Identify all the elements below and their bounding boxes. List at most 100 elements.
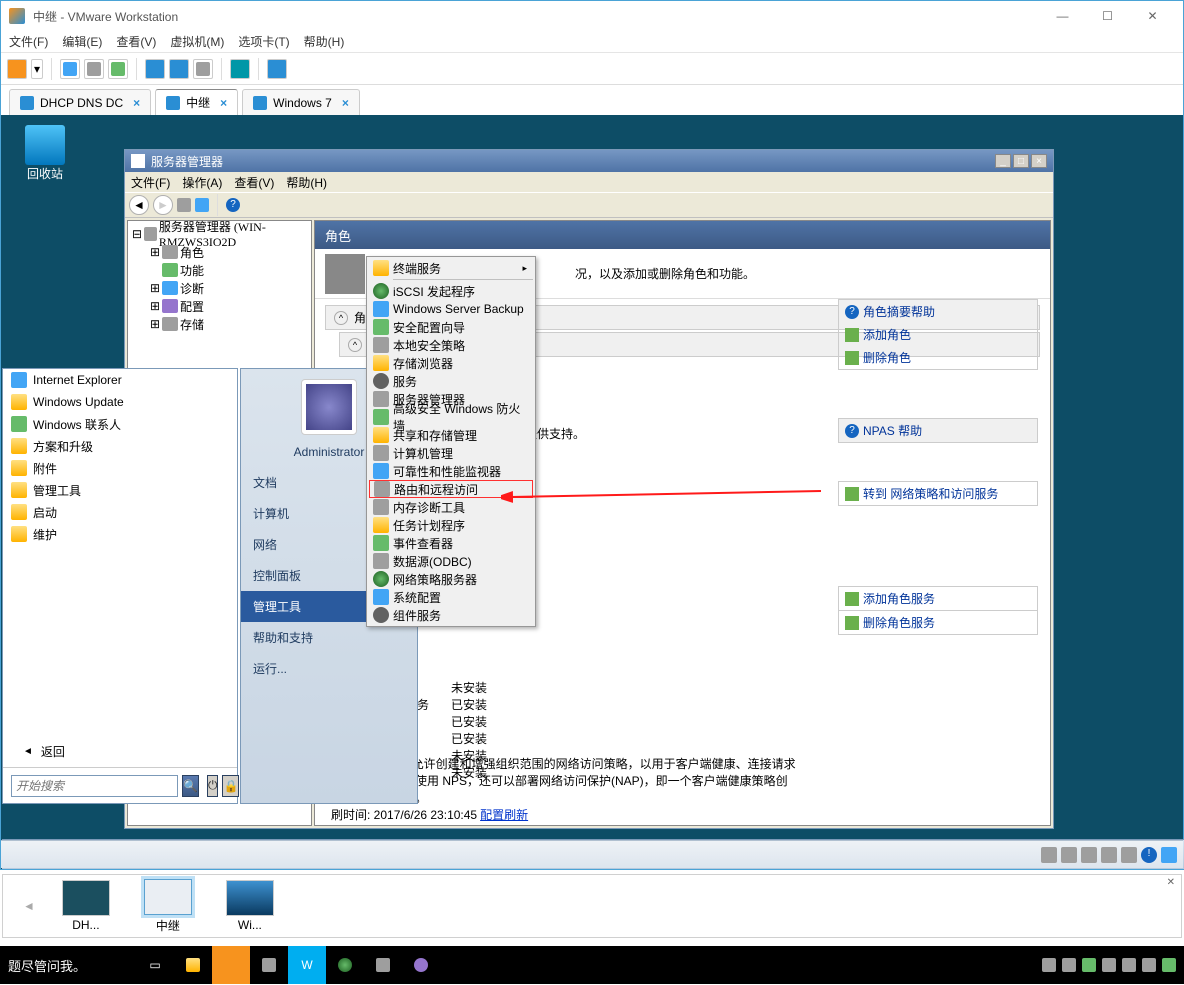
menu-tabs[interactable]: 选项卡(T) xyxy=(238,33,289,50)
admin-item[interactable]: 数据源(ODBC) xyxy=(369,552,533,570)
admin-item[interactable]: 服务 xyxy=(369,372,533,390)
admin-item[interactable]: Windows Server Backup xyxy=(369,300,533,318)
tree-root[interactable]: ⊟ 服务器管理器 (WIN-RMZWS3IO2D xyxy=(132,225,307,243)
toolbar-console-icon[interactable] xyxy=(169,59,189,79)
tray-icon[interactable] xyxy=(1162,958,1176,972)
srvmgr-close-button[interactable]: × xyxy=(1031,154,1047,168)
toolbar-dropdown-icon[interactable]: ▾ xyxy=(31,59,43,79)
toolbar-snapshot-icon[interactable] xyxy=(60,59,80,79)
tab-close-icon[interactable]: × xyxy=(133,96,140,110)
status-cd-icon[interactable] xyxy=(1061,847,1077,863)
admin-item[interactable]: 存储浏览器 xyxy=(369,354,533,372)
remove-role-service-link[interactable]: 删除角色服务 xyxy=(838,610,1038,635)
toolbar-disk-icon[interactable] xyxy=(84,59,104,79)
tray-icon[interactable] xyxy=(1122,958,1136,972)
admin-item[interactable]: 事件查看器 xyxy=(369,534,533,552)
recycle-bin[interactable]: 回收站 xyxy=(15,125,75,182)
start-search-input[interactable] xyxy=(11,775,178,797)
start-item-ie[interactable]: Internet Explorer xyxy=(3,369,237,391)
tray-icon[interactable] xyxy=(1102,958,1116,972)
srvmgr-menu-file[interactable]: 文件(F) xyxy=(131,174,170,191)
taskbar-app-icon[interactable]: W xyxy=(288,946,326,984)
menu-file[interactable]: 文件(F) xyxy=(9,33,48,50)
admin-item[interactable]: 终端服务 xyxy=(369,259,533,277)
admin-item[interactable]: 系统配置 xyxy=(369,588,533,606)
toolbar-power-icon[interactable] xyxy=(7,59,27,79)
add-role-link[interactable]: 添加角色 xyxy=(839,323,1037,346)
tray-icon[interactable] xyxy=(1142,958,1156,972)
menu-view[interactable]: 查看(V) xyxy=(116,33,156,50)
taskbar-app-icon[interactable] xyxy=(174,946,212,984)
vm-desktop[interactable]: 回收站 服务器管理器 _ □ × 文件(F) 操作(A) 查看(V) 帮助(H)… xyxy=(1,115,1183,869)
srvmgr-menu-action[interactable]: 操作(A) xyxy=(182,174,222,191)
start-item-startup[interactable]: 启动 xyxy=(3,501,237,523)
admin-item-rras[interactable]: 路由和远程访问 xyxy=(369,480,533,498)
start-item-maintenance[interactable]: 维护 xyxy=(3,523,237,545)
taskbar-app-icon[interactable] xyxy=(326,946,364,984)
admin-item[interactable]: 共享和存储管理 xyxy=(369,426,533,444)
tree-features[interactable]: 功能 xyxy=(150,261,307,279)
close-button[interactable]: ✕ xyxy=(1130,2,1175,30)
tab-windows7[interactable]: Windows 7 × xyxy=(242,89,360,115)
user-avatar[interactable] xyxy=(301,379,357,435)
admin-item[interactable]: 可靠性和性能监视器 xyxy=(369,462,533,480)
refresh-link[interactable]: 配置刷新 xyxy=(480,808,528,822)
admin-item[interactable]: 计算机管理 xyxy=(369,444,533,462)
admin-item[interactable]: 安全配置向导 xyxy=(369,318,533,336)
toolbar-revert-icon[interactable] xyxy=(108,59,128,79)
minimize-button[interactable]: — xyxy=(1040,2,1085,30)
toolbar-icon[interactable] xyxy=(177,198,191,212)
goto-npas-link[interactable]: 转到 网络策略和访问服务 xyxy=(838,481,1038,506)
admin-item[interactable]: 组件服务 xyxy=(369,606,533,624)
tab-dhcp-dns-dc[interactable]: DHCP DNS DC × xyxy=(9,89,151,115)
taskbar-app-icon[interactable] xyxy=(402,946,440,984)
tab-close-icon[interactable]: × xyxy=(342,96,349,110)
status-net-icon[interactable] xyxy=(1081,847,1097,863)
start-item-update[interactable]: Windows Update xyxy=(3,391,237,413)
status-usb-icon[interactable] xyxy=(1101,847,1117,863)
taskbar-app-icon[interactable] xyxy=(250,946,288,984)
srvmgr-titlebar[interactable]: 服务器管理器 _ □ × xyxy=(125,150,1053,172)
srvmgr-max-button[interactable]: □ xyxy=(1013,154,1029,168)
taskbar-vmware-icon[interactable] xyxy=(212,946,250,984)
power-button[interactable]: ⏻ xyxy=(207,775,219,797)
admin-item[interactable]: iSCSI 发起程序 xyxy=(369,282,533,300)
taskbar-app-icon[interactable] xyxy=(364,946,402,984)
menu-help[interactable]: 帮助(H) xyxy=(304,33,345,50)
start-item-admin-tools[interactable]: 管理工具 xyxy=(3,479,237,501)
tree-diag[interactable]: ⊞诊断 xyxy=(150,279,307,297)
tray-icon[interactable] xyxy=(1062,958,1076,972)
lock-button[interactable]: 🔒 xyxy=(222,775,239,797)
tab-relay[interactable]: 中继 × xyxy=(155,89,238,115)
thumb-close-button[interactable]: ✕ xyxy=(1167,877,1175,888)
task-view-icon[interactable]: ▭ xyxy=(136,946,174,984)
tree-config[interactable]: ⊞配置 xyxy=(150,297,307,315)
cortana-text[interactable]: 题尽管问我。 xyxy=(8,956,86,975)
nav-back-button[interactable]: ◄ xyxy=(129,195,149,215)
nav-forward-button[interactable]: ► xyxy=(153,195,173,215)
maximize-button[interactable]: ☐ xyxy=(1085,2,1130,30)
admin-item[interactable]: 本地安全策略 xyxy=(369,336,533,354)
status-msg-icon[interactable]: ! xyxy=(1141,847,1157,863)
admin-item[interactable]: 任务计划程序 xyxy=(369,516,533,534)
tray-icon[interactable] xyxy=(1042,958,1056,972)
remove-role-link[interactable]: 删除角色 xyxy=(839,346,1037,369)
status-hdd-icon[interactable] xyxy=(1041,847,1057,863)
start-item-plan[interactable]: 方案和升级 xyxy=(3,435,237,457)
start-item-contacts[interactable]: Windows 联系人 xyxy=(3,413,237,435)
srvmgr-menu-help[interactable]: 帮助(H) xyxy=(286,174,327,191)
tab-close-icon[interactable]: × xyxy=(220,96,227,110)
search-button[interactable]: 🔍 xyxy=(182,775,199,797)
admin-item[interactable]: 高级安全 Windows 防火墙 xyxy=(369,408,533,426)
thumb-item[interactable]: 中继 xyxy=(137,879,199,934)
status-fullscreen-icon[interactable] xyxy=(1161,847,1177,863)
start-item-accessories[interactable]: 附件 xyxy=(3,457,237,479)
tray-icon[interactable] xyxy=(1082,958,1096,972)
thumb-item[interactable]: Wi... xyxy=(219,880,281,932)
toolbar-unity-icon[interactable] xyxy=(193,59,213,79)
toolbar-fullscreen-icon[interactable] xyxy=(230,59,250,79)
toolbar-help-icon[interactable]: ? xyxy=(226,198,240,212)
admin-item[interactable]: 内存诊断工具 xyxy=(369,498,533,516)
menu-edit[interactable]: 编辑(E) xyxy=(62,33,102,50)
places-run[interactable]: 运行... xyxy=(241,653,417,684)
